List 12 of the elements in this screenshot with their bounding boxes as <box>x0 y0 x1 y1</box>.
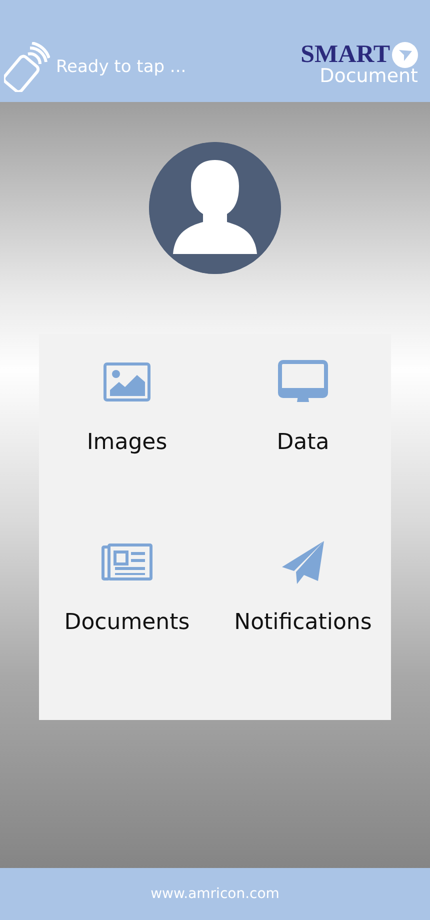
logo-subtitle: Document <box>320 66 418 86</box>
logo-wordmark: SMART <box>300 42 390 68</box>
menu-item[interactable]: Images <box>86 430 168 455</box>
newspaper-icon <box>101 543 153 581</box>
menu-item[interactable]: Data <box>276 430 330 455</box>
menu-item[interactable]: Documents <box>64 610 190 635</box>
paper-plane-icon <box>280 539 326 585</box>
menu-item[interactable]: Notifications <box>234 610 372 635</box>
status-text: Ready to tap ... <box>56 57 186 77</box>
monitor-icon <box>278 360 328 404</box>
nfc-card-icon <box>4 42 50 92</box>
image-icon <box>103 362 151 402</box>
